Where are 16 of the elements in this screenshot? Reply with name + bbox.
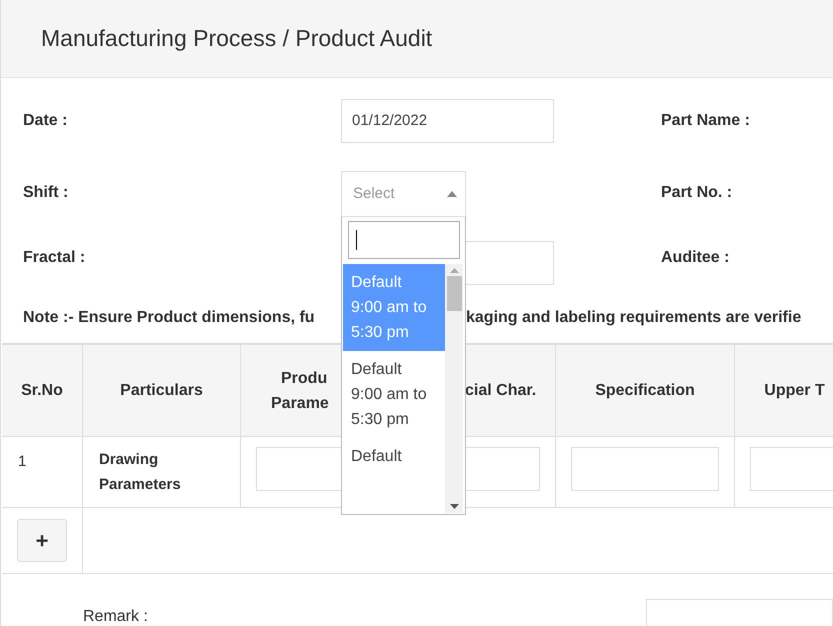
column-header: Upper T (735, 345, 833, 437)
column-header: Sr.No (2, 345, 83, 437)
field-label: Auditee : (660, 248, 730, 268)
field-label: Date : (22, 110, 68, 130)
note-text: kaging and labeling requirements are verifie (466, 309, 802, 327)
note-text: Note :- Ensure Product dimensions, fu (23, 309, 316, 327)
table-cell: Drawing Parameters (83, 437, 241, 508)
table-cell: 1 (2, 437, 83, 508)
field-label: Part Name : (660, 110, 751, 130)
field-label: Remark : (83, 607, 149, 626)
field-label: Fractal : (22, 248, 86, 268)
page-title: Manufacturing Process / Product Audit (41, 25, 432, 52)
column-header: Particulars (83, 345, 241, 437)
field-label: Part No. : (660, 183, 734, 203)
column-header: Specification (556, 345, 735, 437)
field-label: Shift : (22, 183, 70, 203)
